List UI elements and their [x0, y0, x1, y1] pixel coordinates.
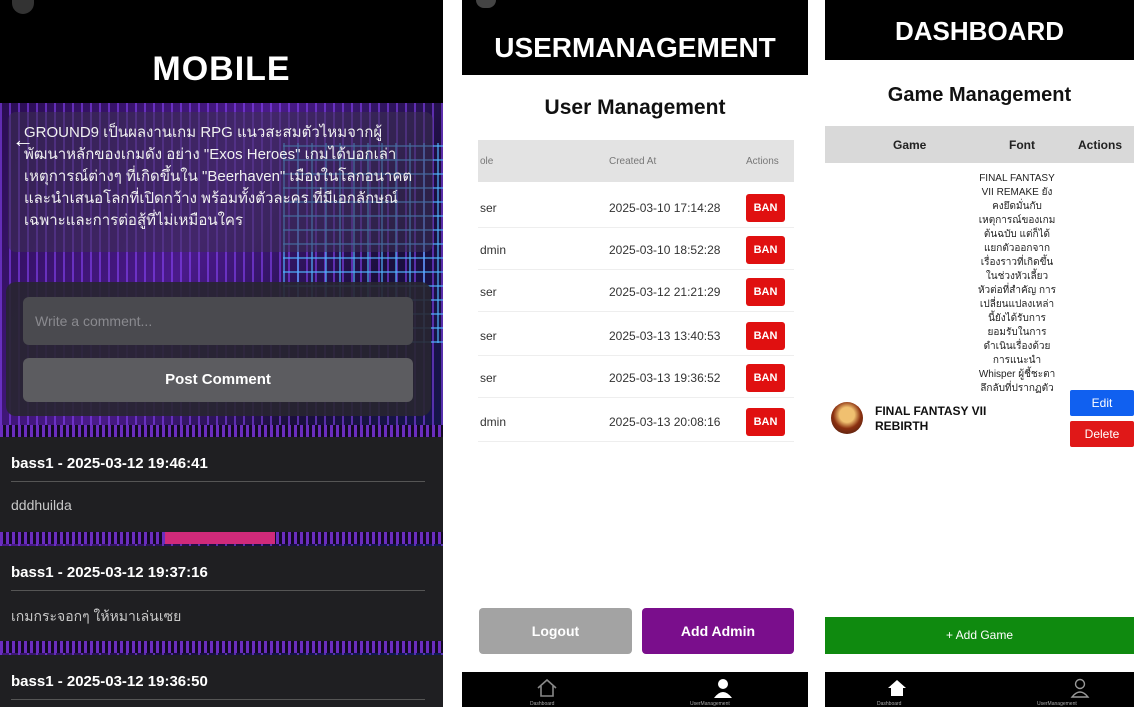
home-icon[interactable] [886, 678, 908, 703]
nav-dashboard-label[interactable]: Dashboard [877, 701, 901, 707]
column-actions: Actions [1078, 138, 1123, 152]
user-role: dmin [480, 243, 507, 257]
user-role: dmin [480, 415, 507, 429]
divider-stripe [0, 532, 443, 544]
ban-button[interactable]: BAN [746, 364, 785, 392]
column-role: ole [480, 156, 494, 167]
games-table-header: Game Font Actions [825, 126, 1134, 163]
edit-button[interactable]: Edit [1070, 390, 1134, 416]
nav-dashboard-label[interactable]: Dashboard [530, 701, 554, 707]
divider-stripe [0, 425, 443, 437]
comment-author-time: bass1 - 2025-03-12 19:37:16 [11, 564, 208, 581]
user-created-at: 2025-03-13 19:36:52 [609, 371, 721, 385]
user-role: ser [480, 201, 497, 215]
comment-item: bass1 - 2025-03-12 19:36:50 [0, 655, 443, 707]
ban-button[interactable]: BAN [746, 194, 785, 222]
comment-author-time: bass1 - 2025-03-12 19:46:41 [11, 455, 208, 472]
user-created-at: 2025-03-12 21:21:29 [609, 285, 721, 299]
ban-button[interactable]: BAN [746, 236, 785, 264]
delete-button[interactable]: Delete [1070, 421, 1134, 447]
page-title: USERMANAGEMENT [494, 32, 776, 63]
users-table-header: ole Created At Actions [478, 140, 794, 182]
bottom-nav: Dashboard UserManagement [462, 672, 808, 707]
user-created-at: 2025-03-10 18:52:28 [609, 243, 721, 257]
game-font-text: FINAL FANTASY VII REMAKE ยังคงยึดมั่นกับ… [977, 173, 1057, 394]
dashboard-header: DASHBOARD [825, 0, 1134, 60]
comment-input[interactable] [23, 297, 413, 345]
user-role: ser [480, 371, 497, 385]
user-role: ser [480, 329, 497, 343]
camera-notch [476, 0, 496, 8]
user-created-at: 2025-03-13 20:08:16 [609, 415, 721, 429]
comment-text: เกมกระจอกๆ ให้หมาเล่นเซย [11, 608, 182, 624]
bottom-nav: Dashboard UserManagement [825, 672, 1134, 707]
page-title: DASHBOARD [895, 16, 1064, 46]
user-icon[interactable] [712, 678, 734, 703]
comment-text: dddhuilda [11, 497, 72, 513]
game-description: GROUND9 เป็นผลงานเกม RPG แนวสะสมตัวไหมจา… [8, 112, 433, 252]
camera-notch [12, 0, 34, 14]
section-title: User Management [544, 96, 726, 119]
column-font: Font [1009, 138, 1035, 152]
page-title: MOBILE [152, 50, 291, 88]
divider-stripe [0, 641, 443, 653]
table-row: ser 2025-03-13 19:36:52 BAN [478, 356, 794, 398]
table-row: dmin 2025-03-10 18:52:28 BAN [478, 228, 794, 270]
table-row: ser 2025-03-10 17:14:28 BAN [478, 186, 794, 228]
nav-user-management-label[interactable]: UserManagement [690, 701, 730, 707]
post-comment-button[interactable]: Post Comment [23, 358, 413, 402]
user-management-screen: USERMANAGEMENT User Management ole Creat… [462, 0, 808, 707]
column-game: Game [893, 138, 927, 152]
section-title: Game Management [887, 84, 1072, 106]
user-role: ser [480, 285, 497, 299]
add-admin-button[interactable]: Add Admin [642, 608, 794, 654]
back-arrow-icon[interactable]: ← [12, 127, 34, 153]
column-created-at: Created At [609, 156, 657, 167]
mobile-header: MOBILE [0, 0, 443, 103]
home-icon[interactable] [536, 678, 558, 703]
comment-author-time: bass1 - 2025-03-12 19:36:50 [11, 673, 208, 690]
ban-button[interactable]: BAN [746, 322, 785, 350]
user-created-at: 2025-03-10 17:14:28 [609, 201, 721, 215]
table-row: ser 2025-03-13 13:40:53 BAN [478, 314, 794, 356]
nav-user-management-label[interactable]: UserManagement [1037, 701, 1077, 707]
comment-item: bass1 - 2025-03-12 19:37:16 เกมกระจอกๆ ใ… [0, 546, 443, 641]
user-icon[interactable] [1069, 678, 1091, 703]
users-header: USERMANAGEMENT [462, 0, 808, 75]
comment-item: bass1 - 2025-03-12 19:46:41 dddhuilda [0, 437, 443, 532]
ban-button[interactable]: BAN [746, 278, 785, 306]
logout-button[interactable]: Logout [479, 608, 632, 654]
column-actions: Actions [746, 156, 779, 167]
table-row: ser 2025-03-12 21:21:29 BAN [478, 270, 794, 312]
add-game-button[interactable]: + Add Game [825, 617, 1134, 654]
ban-button[interactable]: BAN [746, 408, 785, 436]
dashboard-screen: DASHBOARD Game Management Game Font Acti… [825, 0, 1134, 707]
game-thumbnail [831, 402, 863, 434]
mobile-screen: MOBILE GROUND9 เป็นผลงานเกม RPG แนวสะสมต… [0, 0, 443, 707]
table-row: dmin 2025-03-13 20:08:16 BAN [478, 400, 794, 442]
user-created-at: 2025-03-13 13:40:53 [609, 329, 721, 343]
